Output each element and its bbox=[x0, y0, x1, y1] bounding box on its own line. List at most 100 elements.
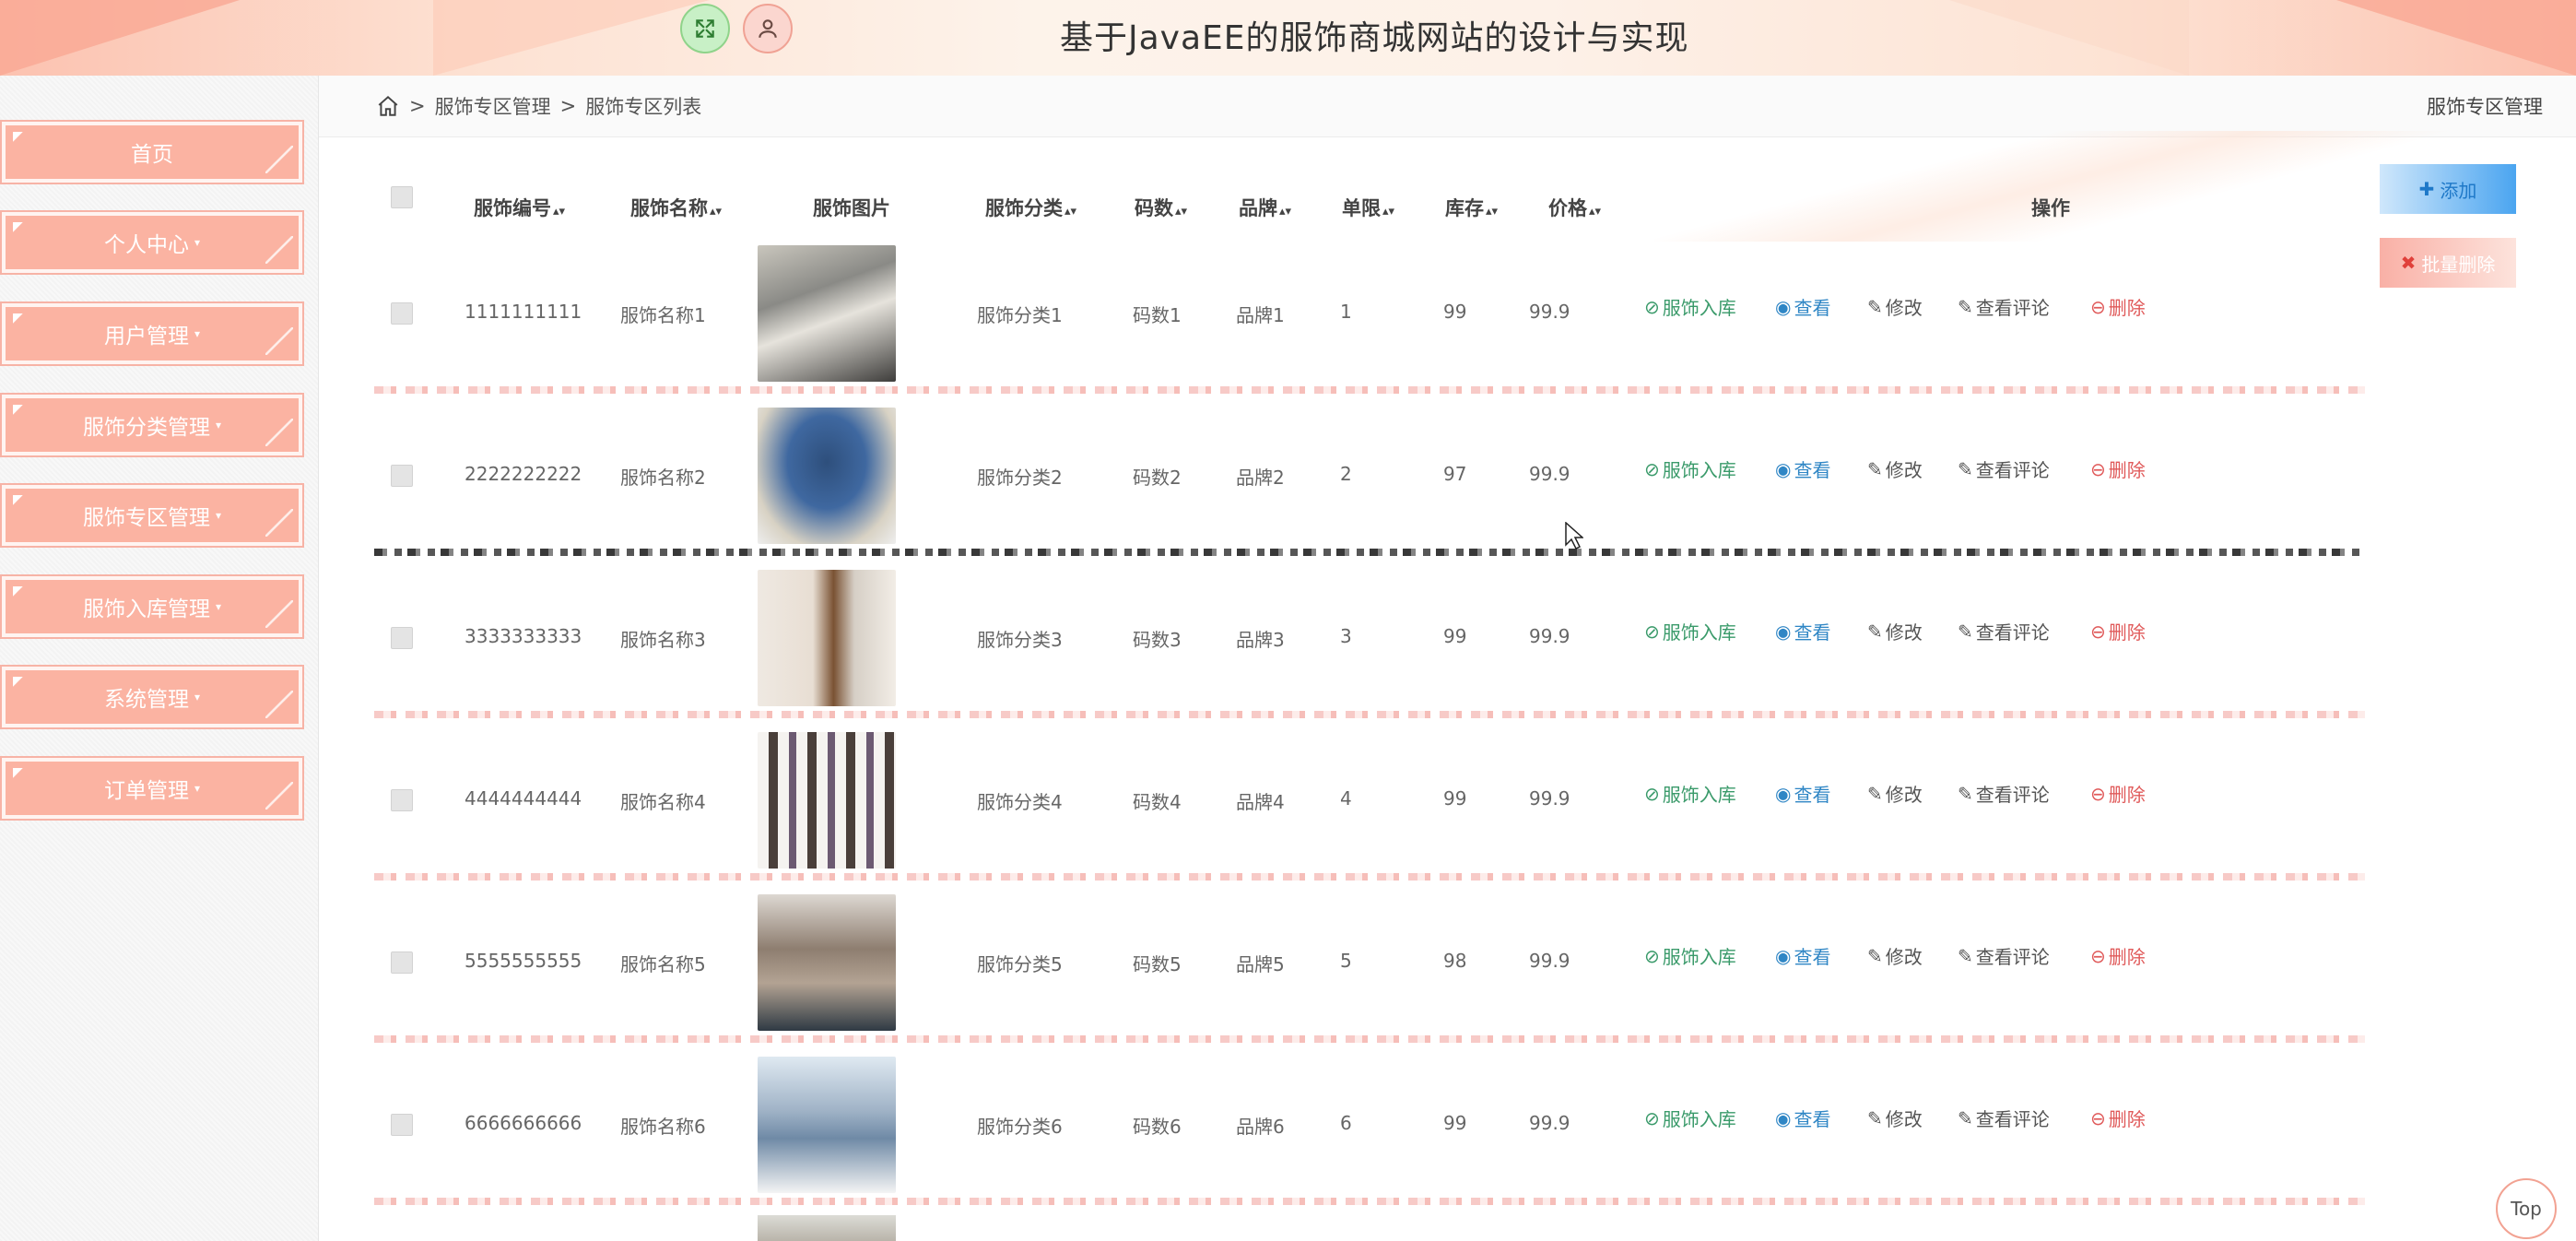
cell-limit: 6 bbox=[1340, 1112, 1352, 1134]
view-button[interactable]: ◉ 查看 bbox=[1775, 618, 1830, 644]
delete-button[interactable]: ⊖ 删除 bbox=[2090, 1105, 2146, 1131]
cell-brand: 品牌3 bbox=[1236, 629, 1285, 651]
cell-name: 服饰名称3 bbox=[620, 629, 706, 651]
sidebar-item-label: 服饰分类管理 bbox=[82, 416, 210, 440]
column-header-price[interactable]: 价格 ▴▾ bbox=[1548, 194, 1601, 221]
view-button[interactable]: ◉ 查看 bbox=[1775, 780, 1830, 807]
row-checkbox[interactable] bbox=[391, 951, 413, 974]
cell-limit: 1 bbox=[1340, 301, 1352, 323]
product-image[interactable] bbox=[758, 408, 896, 544]
edit-button[interactable]: ✎ 修改 bbox=[1867, 780, 1923, 807]
sidebar-item-order-management[interactable]: ◤ 订单管理 ▾ bbox=[0, 756, 304, 821]
view-comments-button[interactable]: ✎ 查看评论 bbox=[1958, 293, 2050, 320]
row-checkbox[interactable] bbox=[391, 627, 413, 649]
column-header-category[interactable]: 服饰分类 ▴▾ bbox=[985, 194, 1076, 221]
triangle-icon: ◤ bbox=[13, 492, 23, 507]
stock-in-button[interactable]: ⊘ 服饰入库 bbox=[1644, 455, 1736, 482]
product-image[interactable] bbox=[758, 245, 896, 382]
cell-brand: 品牌1 bbox=[1236, 304, 1285, 326]
cell-name: 服饰名称2 bbox=[620, 467, 706, 489]
edit-button[interactable]: ✎ 修改 bbox=[1867, 1105, 1923, 1131]
delete-button[interactable]: ⊖ 删除 bbox=[2090, 942, 2146, 969]
product-image[interactable] bbox=[758, 570, 896, 706]
delete-button[interactable]: ⊖ 删除 bbox=[2090, 618, 2146, 644]
sidebar-item-stock-in-management[interactable]: ◤ 服饰入库管理 ▾ bbox=[0, 574, 304, 639]
eye-icon: ◉ bbox=[1775, 295, 1792, 318]
view-comments-button[interactable]: ✎ 查看评论 bbox=[1958, 618, 2050, 644]
delete-button[interactable]: ⊖ 删除 bbox=[2090, 293, 2146, 320]
caret-down-icon: ▾ bbox=[215, 600, 222, 613]
view-comments-button[interactable]: ✎ 查看评论 bbox=[1958, 455, 2050, 482]
stock-in-button[interactable]: ⊘ 服饰入库 bbox=[1644, 1105, 1736, 1131]
product-image[interactable] bbox=[758, 732, 896, 869]
product-image[interactable] bbox=[758, 1215, 896, 1241]
column-header-operations: 操作 bbox=[2031, 197, 2070, 219]
column-header-limit[interactable]: 单限 ▴▾ bbox=[1342, 194, 1394, 221]
table-row: 3333333333 服饰名称3 服饰分类3 码数3 品牌3 3 99 99.9… bbox=[374, 557, 2328, 719]
edit-button[interactable]: ✎ 修改 bbox=[1867, 618, 1923, 644]
caret-down-icon: ▾ bbox=[194, 691, 201, 703]
slash-decoration bbox=[265, 419, 293, 446]
sidebar-item-user-management[interactable]: ◤ 用户管理 ▾ bbox=[0, 301, 304, 366]
column-header-stock[interactable]: 库存 ▴▾ bbox=[1445, 194, 1498, 221]
cell-stock: 99 bbox=[1443, 625, 1467, 647]
row-checkbox[interactable] bbox=[391, 789, 413, 811]
sort-icon: ▴▾ bbox=[1279, 205, 1292, 219]
user-button[interactable] bbox=[743, 4, 793, 53]
row-checkbox[interactable] bbox=[391, 302, 413, 325]
home-icon[interactable] bbox=[376, 94, 400, 118]
column-header-size[interactable]: 码数 ▴▾ bbox=[1135, 194, 1187, 221]
view-comments-button[interactable]: ✎ 查看评论 bbox=[1958, 942, 2050, 969]
add-button[interactable]: ✚ 添加 bbox=[2380, 164, 2516, 214]
view-comments-button[interactable]: ✎ 查看评论 bbox=[1958, 780, 2050, 807]
sidebar-item-label: 用户管理 bbox=[103, 325, 189, 349]
sidebar-item-label: 个人中心 bbox=[103, 233, 189, 257]
slash-decoration bbox=[265, 782, 293, 810]
cell-id: 3333333333 bbox=[465, 625, 582, 647]
view-button[interactable]: ◉ 查看 bbox=[1775, 455, 1830, 482]
stock-in-button[interactable]: ⊘ 服饰入库 bbox=[1644, 780, 1736, 807]
table-row: 2222222222 服饰名称2 服饰分类2 码数2 品牌2 2 97 99.9… bbox=[374, 395, 2328, 557]
cell-limit: 2 bbox=[1340, 463, 1352, 485]
column-header-id[interactable]: 服饰编号 ▴▾ bbox=[474, 194, 565, 221]
breadcrumb-level1[interactable]: 服饰专区管理 bbox=[435, 92, 551, 120]
stock-in-button[interactable]: ⊘ 服饰入库 bbox=[1644, 618, 1736, 644]
cell-price: 99.9 bbox=[1529, 301, 1570, 323]
cell-limit: 4 bbox=[1340, 787, 1352, 810]
stock-in-button[interactable]: ⊘ 服饰入库 bbox=[1644, 293, 1736, 320]
select-all-checkbox[interactable] bbox=[391, 186, 413, 208]
sort-icon: ▴▾ bbox=[1065, 205, 1077, 219]
header-decoration bbox=[0, 0, 240, 76]
fullscreen-button[interactable] bbox=[680, 4, 730, 53]
minus-circle-icon: ⊖ bbox=[2090, 1106, 2106, 1129]
sidebar-item-home[interactable]: ◤ 首页 bbox=[0, 120, 304, 184]
product-image[interactable] bbox=[758, 1057, 896, 1193]
sidebar-item-category-management[interactable]: ◤ 服饰分类管理 ▾ bbox=[0, 393, 304, 457]
column-header-brand[interactable]: 品牌 ▴▾ bbox=[1239, 194, 1291, 221]
view-comments-button[interactable]: ✎ 查看评论 bbox=[1958, 1105, 2050, 1131]
column-header-name[interactable]: 服饰名称 ▴▾ bbox=[630, 194, 722, 221]
edit-button[interactable]: ✎ 修改 bbox=[1867, 455, 1923, 482]
stock-in-button[interactable]: ⊘ 服饰入库 bbox=[1644, 942, 1736, 969]
sidebar-item-personal-center[interactable]: ◤ 个人中心 ▾ bbox=[0, 210, 304, 275]
sidebar-item-zone-management[interactable]: ◤ 服饰专区管理 ▾ bbox=[0, 483, 304, 548]
table-row: 1111111111 服饰名称1 服饰分类1 码数1 品牌1 1 99 99.9… bbox=[374, 232, 2328, 395]
delete-button[interactable]: ⊖ 删除 bbox=[2090, 455, 2146, 482]
view-button[interactable]: ◉ 查看 bbox=[1775, 1105, 1830, 1131]
sidebar-item-system-management[interactable]: ◤ 系统管理 ▾ bbox=[0, 665, 304, 729]
view-button[interactable]: ◉ 查看 bbox=[1775, 942, 1830, 969]
view-button[interactable]: ◉ 查看 bbox=[1775, 293, 1830, 320]
header-decoration bbox=[1949, 0, 2189, 76]
edit-button[interactable]: ✎ 修改 bbox=[1867, 942, 1923, 969]
product-image[interactable] bbox=[758, 894, 896, 1031]
sort-icon: ▴▾ bbox=[1382, 205, 1395, 219]
cell-id: 4444444444 bbox=[465, 787, 582, 810]
row-checkbox[interactable] bbox=[391, 1114, 413, 1136]
edit-button[interactable]: ✎ 修改 bbox=[1867, 293, 1923, 320]
add-button-label: 添加 bbox=[2440, 179, 2477, 202]
back-to-top-button[interactable]: Top bbox=[2496, 1178, 2557, 1239]
batch-delete-button[interactable]: ✖ 批量删除 bbox=[2380, 238, 2516, 288]
delete-button[interactable]: ⊖ 删除 bbox=[2090, 780, 2146, 807]
cell-size: 码数5 bbox=[1133, 953, 1182, 975]
row-checkbox[interactable] bbox=[391, 465, 413, 487]
